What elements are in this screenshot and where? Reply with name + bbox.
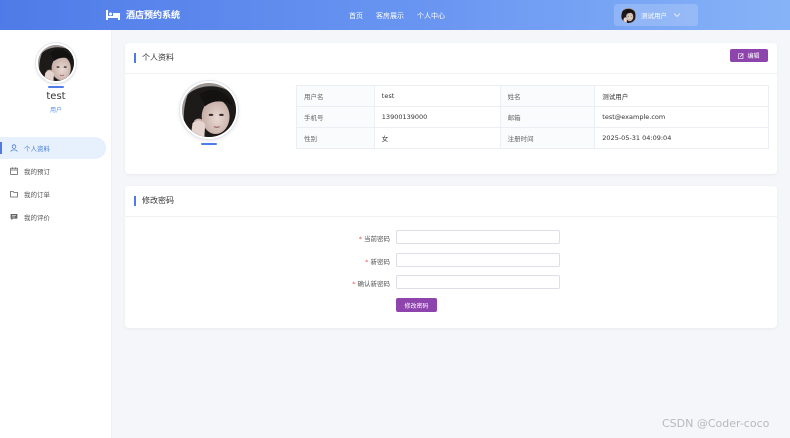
comment-icon — [10, 214, 18, 221]
sidebar-role: 用户 — [49, 107, 62, 114]
sidebar-item-label: 我的订单 — [24, 191, 50, 199]
nav-rooms[interactable]: 客房展示 — [376, 11, 404, 21]
user-icon — [10, 144, 18, 152]
profile-avatar — [180, 81, 238, 139]
profile-card: 个人资料 编辑 用户名 test 姓名 测试用户 手机号 13900139000… — [125, 43, 777, 174]
sidebar-item-label: 个人资料 — [24, 145, 50, 153]
profile-card-header: 个人资料 编辑 — [125, 43, 777, 74]
new-password-input[interactable] — [396, 253, 560, 267]
field-value: test@example.com — [594, 106, 769, 128]
folder-icon — [10, 191, 18, 198]
current-password-input[interactable] — [396, 230, 560, 244]
field-value: 2025-05-31 04:09:04 — [594, 127, 769, 149]
profile-title: 个人资料 — [134, 53, 174, 63]
current-password-row: * 当前密码 — [125, 230, 777, 244]
new-password-label: * 新密码 — [365, 258, 390, 266]
sidebar-item-orders[interactable]: 我的订单 — [0, 183, 106, 205]
sidebar-username: test — [46, 91, 66, 102]
field-value: test — [373, 85, 501, 107]
user-menu[interactable]: 测试用户 — [614, 4, 698, 26]
field-value: 13900139000 — [373, 106, 501, 128]
calendar-icon — [10, 167, 18, 175]
new-password-row: * 新密码 — [125, 253, 777, 267]
chevron-down-icon — [673, 13, 681, 18]
field-label: 注册时间 — [499, 127, 596, 149]
table-row: 手机号 13900139000 邮箱 test@example.com — [296, 106, 769, 128]
nav-profile-center[interactable]: 个人中心 — [417, 11, 445, 21]
header-avatar — [621, 7, 636, 23]
password-card-header: 修改密码 — [125, 186, 777, 217]
watermark: CSDN @Coder-coco — [662, 417, 770, 430]
profile-info-table: 用户名 test 姓名 测试用户 手机号 13900139000 邮箱 test… — [296, 85, 769, 149]
table-row: 用户名 test 姓名 测试用户 — [296, 85, 769, 107]
sidebar-item-bookings[interactable]: 我的预订 — [0, 160, 106, 182]
field-label: 性别 — [296, 127, 375, 149]
edit-icon — [738, 52, 745, 59]
password-card: 修改密码 * 当前密码 * 新密码 * 确认新密码 修改密码 — [125, 186, 777, 328]
sidebar: test 用户 个人资料 我的预订 我的订单 我的评价 — [0, 30, 112, 438]
edit-button[interactable]: 编辑 — [730, 49, 768, 62]
sidebar-item-label: 我的评价 — [24, 214, 50, 222]
field-value: 女 — [373, 127, 501, 149]
field-label: 邮箱 — [499, 106, 596, 128]
password-title: 修改密码 — [134, 196, 174, 206]
field-value: 测试用户 — [594, 85, 769, 107]
sidebar-menu: 个人资料 我的预订 我的订单 我的评价 — [0, 137, 106, 229]
confirm-password-row: * 确认新密码 — [125, 275, 777, 289]
sidebar-item-reviews[interactable]: 我的评价 — [0, 206, 106, 228]
confirm-password-input[interactable] — [396, 275, 560, 289]
avatar-underline — [201, 143, 217, 145]
field-label: 手机号 — [296, 106, 375, 128]
sidebar-item-label: 我的预订 — [24, 168, 50, 176]
current-password-label: * 当前密码 — [358, 235, 390, 243]
header-user-name: 测试用户 — [641, 12, 667, 20]
confirm-password-label: * 确认新密码 — [352, 280, 390, 288]
nav-home[interactable]: 首页 — [349, 11, 363, 21]
edit-button-label: 编辑 — [747, 53, 760, 60]
table-row: 性别 女 注册时间 2025-05-31 04:09:04 — [296, 127, 769, 149]
top-header: 酒店预约系统 首页 客房展示 个人中心 测试用户 — [0, 0, 790, 30]
change-password-button[interactable]: 修改密码 — [396, 298, 437, 312]
avatar-underline — [48, 86, 64, 88]
field-label: 姓名 — [499, 85, 596, 107]
field-label: 用户名 — [296, 85, 375, 107]
sidebar-item-profile[interactable]: 个人资料 — [0, 137, 106, 159]
sidebar-avatar — [36, 43, 76, 83]
